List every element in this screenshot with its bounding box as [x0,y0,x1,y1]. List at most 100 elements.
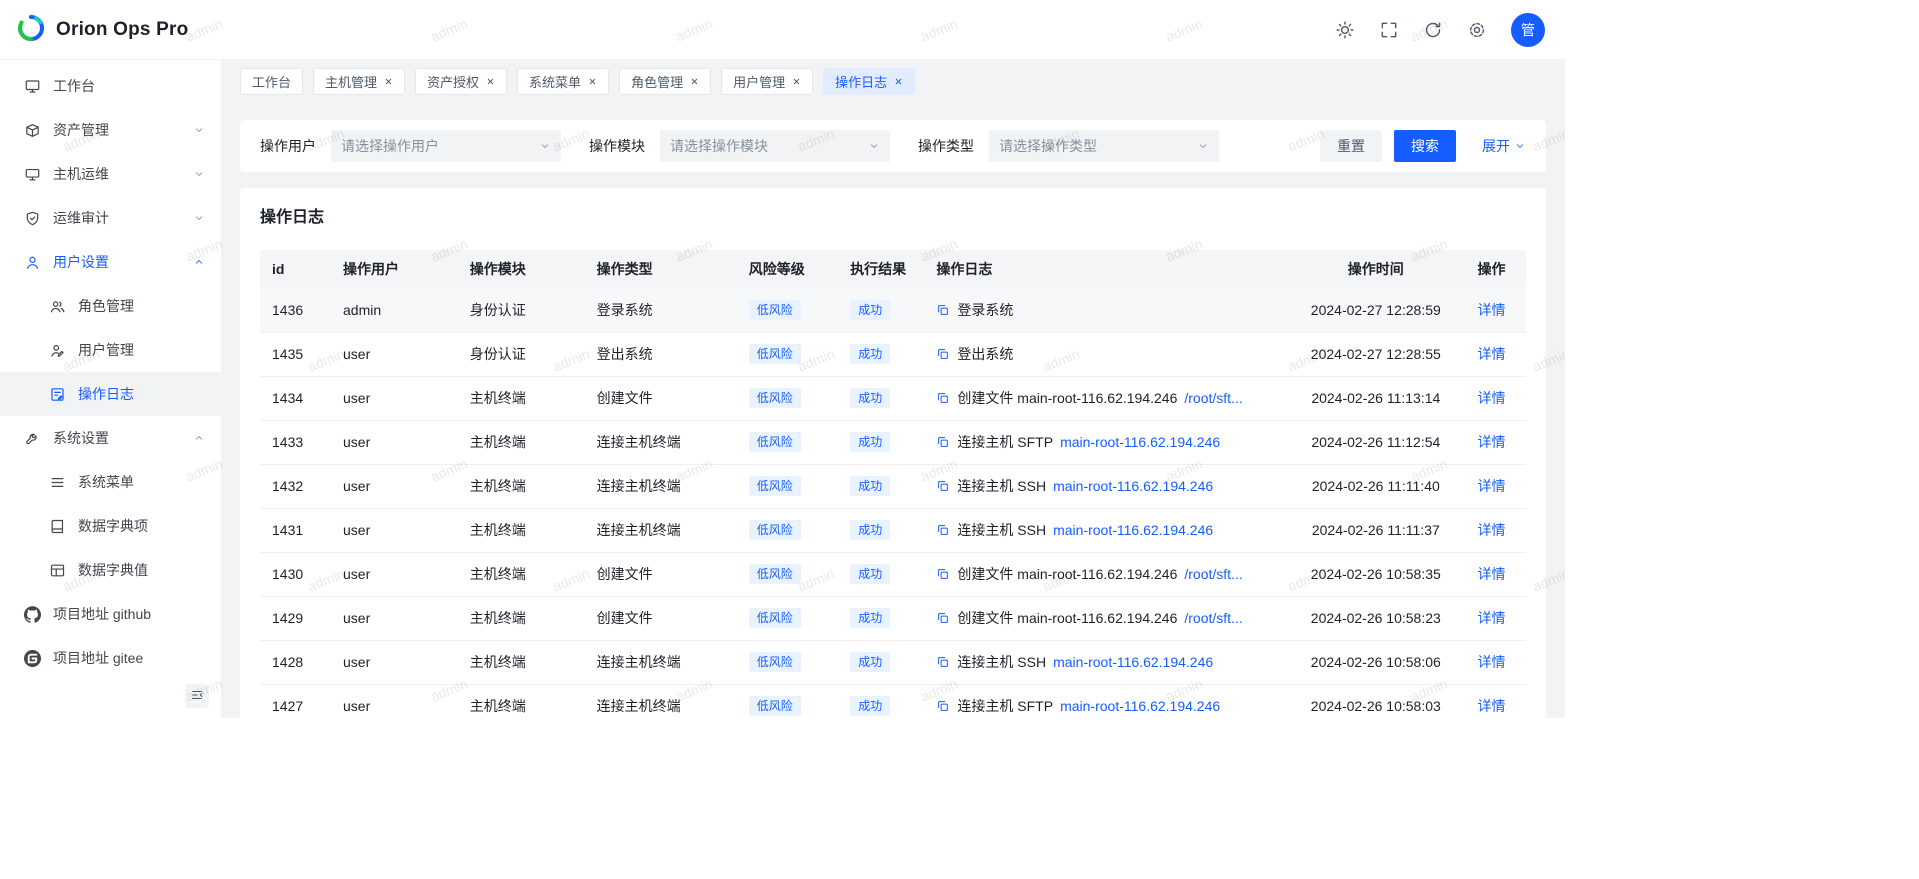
sidebar-item-workbench[interactable]: 工作台 [0,64,221,108]
sidebar-item-role-management[interactable]: 角色管理 [0,284,221,328]
cell-module: 主机终端 [458,508,585,552]
close-icon[interactable] [894,77,903,86]
log-link[interactable]: /root/sft... [1184,610,1242,626]
cell-risk: 低风险 [737,508,838,552]
detail-link[interactable]: 详情 [1477,346,1505,362]
table-row[interactable]: 1435user身份认证登出系统低风险成功登出系统2024-02-27 12:2… [260,332,1526,376]
sidebar-item-label: 数据字典值 [78,560,205,580]
detail-link[interactable]: 详情 [1477,390,1505,406]
copy-icon[interactable] [936,655,950,669]
copy-icon[interactable] [936,391,950,405]
cell-user: user [331,552,458,596]
log-link[interactable]: /root/sft... [1184,390,1242,406]
sidebar-item-system-menu[interactable]: 系统菜单 [0,460,221,504]
table-row[interactable]: 1433user主机终端连接主机终端低风险成功连接主机 SFTP main-ro… [260,420,1526,464]
cell-user: user [331,596,458,640]
log-link[interactable]: /root/sft... [1184,566,1242,582]
app-logo-icon [16,13,46,46]
result-badge: 成功 [850,476,890,496]
tab-label: 主机管理 [325,72,377,91]
detail-link[interactable]: 详情 [1477,434,1505,450]
detail-link[interactable]: 详情 [1477,654,1505,670]
tab-role-management[interactable]: 角色管理 [619,68,711,95]
table-row[interactable]: 1431user主机终端连接主机终端低风险成功连接主机 SSH main-roo… [260,508,1526,552]
sidebar-item-gitee[interactable]: 项目地址 gitee [0,636,221,680]
sidebar-item-asset-management[interactable]: 资产管理 [0,108,221,152]
column-header-risk: 风险等级 [737,250,838,288]
close-icon[interactable] [690,77,699,86]
cell-risk: 低风险 [737,464,838,508]
sidebar-item-operation-log[interactable]: 操作日志 [0,372,221,416]
tab-workbench[interactable]: 工作台 [240,68,303,95]
detail-link[interactable]: 详情 [1477,610,1505,626]
sidebar-collapse-button[interactable] [185,684,209,708]
table-row[interactable]: 1429user主机终端创建文件低风险成功创建文件 main-root-116.… [260,596,1526,640]
copy-icon[interactable] [936,611,950,625]
chevron-down-icon [868,140,880,152]
table-row[interactable]: 1430user主机终端创建文件低风险成功创建文件 main-root-116.… [260,552,1526,596]
cell-risk: 低风险 [737,288,838,332]
refresh-icon[interactable] [1423,20,1443,40]
theme-icon[interactable] [1335,20,1355,40]
risk-badge: 低风险 [749,652,801,672]
table-row[interactable]: 1434user主机终端创建文件低风险成功创建文件 main-root-116.… [260,376,1526,420]
sidebar-item-github[interactable]: 项目地址 github [0,592,221,636]
copy-icon[interactable] [936,303,950,317]
table-row[interactable]: 1427user主机终端连接主机终端低风险成功连接主机 SFTP main-ro… [260,684,1526,718]
cell-type: 登录系统 [585,288,737,332]
log-link[interactable]: main-root-116.62.194.246 [1060,698,1220,714]
user-settings-icon [24,254,41,271]
expand-toggle[interactable]: 展开 [1482,136,1526,156]
cell-action: 详情 [1457,552,1526,596]
user-avatar[interactable]: 管 [1511,13,1545,47]
cell-module: 主机终端 [458,596,585,640]
operation-module-select[interactable]: 请选择操作模块 [660,130,890,162]
close-icon[interactable] [486,77,495,86]
detail-link[interactable]: 详情 [1477,478,1505,494]
detail-link[interactable]: 详情 [1477,302,1505,318]
cell-action: 详情 [1457,464,1526,508]
copy-icon[interactable] [936,523,950,537]
close-icon[interactable] [384,77,393,86]
copy-icon[interactable] [936,567,950,581]
sidebar-item-dict-values[interactable]: 数据字典值 [0,548,221,592]
operation-type-select[interactable]: 请选择操作类型 [989,130,1219,162]
close-icon[interactable] [792,77,801,86]
settings-icon[interactable] [1467,20,1487,40]
column-header-action: 操作 [1457,250,1526,288]
tab-asset-authorization[interactable]: 资产授权 [415,68,507,95]
cell-action: 详情 [1457,376,1526,420]
log-link[interactable]: main-root-116.62.194.246 [1053,522,1213,538]
detail-link[interactable]: 详情 [1477,566,1505,582]
cell-module: 主机终端 [458,640,585,684]
sidebar-item-dict-keys[interactable]: 数据字典项 [0,504,221,548]
log-link[interactable]: main-root-116.62.194.246 [1060,434,1220,450]
operation-user-select[interactable]: 请选择操作用户 [331,130,561,162]
search-button[interactable]: 搜索 [1394,130,1456,162]
sidebar-item-system-settings[interactable]: 系统设置 [0,416,221,460]
reset-button[interactable]: 重置 [1320,130,1382,162]
copy-icon[interactable] [936,347,950,361]
sidebar-item-ops-audit[interactable]: 运维审计 [0,196,221,240]
log-link[interactable]: main-root-116.62.194.246 [1053,654,1213,670]
tab-operation-log[interactable]: 操作日志 [823,68,915,95]
tab-system-menu[interactable]: 系统菜单 [517,68,609,95]
cell-log: 登录系统 [924,288,1294,332]
sidebar-item-user-management[interactable]: 用户管理 [0,328,221,372]
copy-icon[interactable] [936,699,950,713]
copy-icon[interactable] [936,435,950,449]
copy-icon[interactable] [936,479,950,493]
log-link[interactable]: main-root-116.62.194.246 [1053,478,1213,494]
tab-user-management[interactable]: 用户管理 [721,68,813,95]
sidebar-item-user-settings[interactable]: 用户设置 [0,240,221,284]
close-icon[interactable] [588,77,597,86]
table-row[interactable]: 1432user主机终端连接主机终端低风险成功连接主机 SSH main-roo… [260,464,1526,508]
table-row[interactable]: 1436admin身份认证登录系统低风险成功登录系统2024-02-27 12:… [260,288,1526,332]
detail-link[interactable]: 详情 [1477,522,1505,538]
tab-host-management[interactable]: 主机管理 [313,68,405,95]
table-row[interactable]: 1428user主机终端连接主机终端低风险成功连接主机 SSH main-roo… [260,640,1526,684]
cell-module: 身份认证 [458,288,585,332]
detail-link[interactable]: 详情 [1477,698,1505,714]
sidebar-item-host-operations[interactable]: 主机运维 [0,152,221,196]
fullscreen-icon[interactable] [1379,20,1399,40]
